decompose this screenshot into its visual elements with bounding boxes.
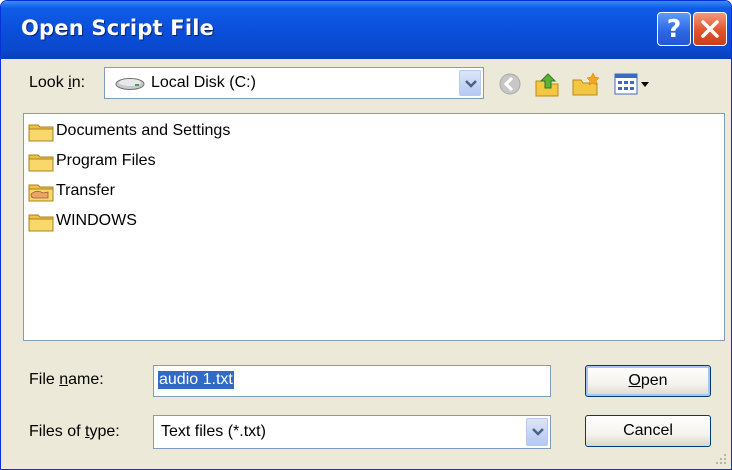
open-script-file-dialog: Open Script File ? Look in: Local Disk (… xyxy=(0,0,732,470)
close-icon xyxy=(701,20,719,38)
title-bar[interactable]: Open Script File ? xyxy=(1,1,731,59)
shared-folder-icon xyxy=(28,184,54,202)
file-name-input[interactable]: audio 1.txt xyxy=(153,365,551,397)
file-name: Documents and Settings xyxy=(56,122,231,139)
help-button[interactable]: ? xyxy=(657,12,691,46)
chevron-down-icon xyxy=(465,80,477,88)
file-name: Transfer xyxy=(56,182,115,199)
folder-icon xyxy=(28,214,54,232)
look-in-dropdown-arrow[interactable] xyxy=(459,70,481,96)
file-name-value: audio 1.txt xyxy=(158,371,234,389)
file-name: WINDOWS xyxy=(56,212,137,229)
close-button[interactable] xyxy=(693,12,727,46)
file-list[interactable]: Documents and Settings Program Files Tra… xyxy=(23,113,725,341)
open-button[interactable]: Open xyxy=(585,365,711,397)
new-folder-icon[interactable] xyxy=(571,71,601,97)
local-disk-icon xyxy=(115,78,145,90)
file-type-dropdown-arrow[interactable] xyxy=(526,418,548,446)
file-type-value: Text files (*.txt) xyxy=(161,423,266,440)
folder-icon xyxy=(28,124,54,142)
file-type-label: Files of type: xyxy=(29,423,120,440)
back-icon[interactable] xyxy=(497,71,523,97)
look-in-value: Local Disk (C:) xyxy=(151,74,256,91)
view-menu-icon[interactable] xyxy=(613,71,653,97)
file-name-label: File name: xyxy=(29,371,104,388)
look-in-dropdown[interactable]: Local Disk (C:) xyxy=(104,67,484,99)
chevron-down-icon xyxy=(532,428,544,436)
cancel-button[interactable]: Cancel xyxy=(585,415,711,447)
folder-icon xyxy=(28,154,54,172)
file-name: Program Files xyxy=(56,152,156,169)
dialog-title: Open Script File xyxy=(21,16,215,40)
up-one-level-icon[interactable] xyxy=(533,71,561,97)
look-in-label: Look in: xyxy=(29,74,86,91)
resize-grip-icon[interactable] xyxy=(713,451,727,465)
help-icon: ? xyxy=(666,14,682,43)
file-type-dropdown[interactable]: Text files (*.txt) xyxy=(153,415,551,449)
